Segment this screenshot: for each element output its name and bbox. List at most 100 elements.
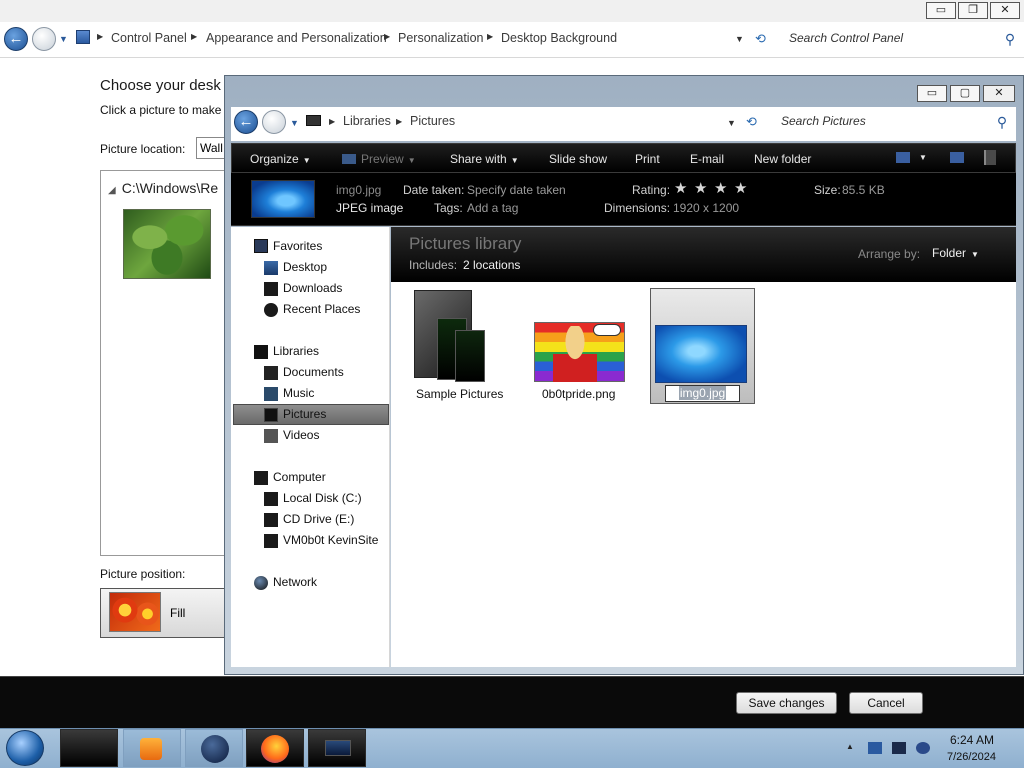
rating-star-icon[interactable]: ★ <box>694 181 707 197</box>
explorer-address-dropdown-icon[interactable]: ▼ <box>727 118 736 128</box>
nav-item-videos[interactable]: Videos <box>283 425 319 445</box>
chevron-down-icon: ▼ <box>510 156 519 165</box>
explorer-address-bar: ← ▼ ▶ Libraries ▶ Pictures ▼ ⟲ Search Pi… <box>231 107 1016 141</box>
nav-item-vm-share[interactable]: VM0b0t KevinSite <box>283 530 378 550</box>
share-with-menu[interactable]: Share with ▼ <box>450 152 519 166</box>
start-button[interactable] <box>6 730 44 766</box>
breadcrumb-separator-icon: ▶ <box>329 117 336 126</box>
taskbar-window-switch-button[interactable] <box>308 729 366 767</box>
refresh-icon[interactable]: ⟲ <box>755 31 766 47</box>
share-with-label: Share with <box>450 152 507 166</box>
breadcrumb-pictures[interactable]: Pictures <box>410 114 455 128</box>
tags-value[interactable]: Add a tag <box>467 201 518 215</box>
breadcrumb-personalization[interactable]: Personalization <box>398 31 483 45</box>
chevron-down-icon: ▼ <box>302 156 311 165</box>
taskbar-explorer-button[interactable] <box>60 729 118 767</box>
tray-volume-icon[interactable] <box>916 742 930 754</box>
show-hidden-icons[interactable]: ▲ <box>846 742 860 754</box>
search-pictures-input[interactable]: Search Pictures <box>781 114 866 128</box>
collapse-icon[interactable]: ◢ <box>108 185 116 196</box>
nav-item-documents[interactable]: Documents <box>283 362 344 382</box>
favorites-star-icon <box>254 239 268 253</box>
window-switch-icon <box>325 740 351 756</box>
breadcrumb-libraries[interactable]: Libraries <box>343 114 391 128</box>
nav-item-downloads[interactable]: Downloads <box>283 278 342 298</box>
clock-time[interactable]: 6:24 AM <box>950 733 994 747</box>
arrange-by-dropdown[interactable]: Folder ▼ <box>932 246 979 260</box>
page-title: Choose your desk <box>100 77 221 94</box>
address-dropdown-icon[interactable]: ▼ <box>735 34 744 44</box>
nav-item-libraries[interactable]: Libraries <box>273 341 319 361</box>
rating-star-icon[interactable]: ★ <box>714 181 727 197</box>
help-icon[interactable] <box>984 150 996 165</box>
taskbar-firefox-button[interactable] <box>246 729 304 767</box>
breadcrumb-appearance[interactable]: Appearance and Personalization <box>206 31 387 45</box>
nav-item-network[interactable]: Network <box>273 572 317 592</box>
back-button[interactable]: ← <box>4 27 28 51</box>
nav-item-desktop[interactable]: Desktop <box>283 257 327 277</box>
explorer-search-icon[interactable]: ⚲ <box>994 114 1010 130</box>
details-file-type: JPEG image <box>336 201 404 215</box>
rating-star-icon[interactable]: ★ <box>674 181 687 197</box>
nav-item-pictures[interactable]: Pictures <box>283 404 326 424</box>
explorer-minimize-button[interactable]: ▭ <box>917 85 947 102</box>
firefox-icon <box>261 735 289 763</box>
slide-show-button[interactable]: Slide show <box>549 152 607 166</box>
search-control-panel-input[interactable]: Search Control Panel <box>789 31 903 45</box>
tray-display-icon[interactable] <box>892 742 906 754</box>
tray-network-icon[interactable] <box>868 742 882 754</box>
cd-drive-icon <box>264 513 278 527</box>
rename-input[interactable]: img0.jpg <box>665 385 740 402</box>
breadcrumb-desktop-background[interactable]: Desktop Background <box>501 31 617 45</box>
nav-item-favorites[interactable]: Favorites <box>273 236 322 256</box>
network-icon <box>254 576 268 590</box>
date-taken-value[interactable]: Specify date taken <box>467 183 566 197</box>
picture-position-label: Picture position: <box>100 567 186 581</box>
explorer-maximize-button[interactable]: ▢ <box>950 85 980 102</box>
explorer-history-dropdown-icon[interactable]: ▼ <box>290 118 299 128</box>
nav-item-recent-places[interactable]: Recent Places <box>283 299 360 319</box>
gallery-group-header[interactable]: ◢ C:\Windows\Re <box>108 180 218 196</box>
rating-star-icon[interactable]: ★ <box>734 181 747 197</box>
preview-menu[interactable]: Preview ▼ <box>342 152 416 166</box>
explorer-refresh-icon[interactable]: ⟲ <box>746 114 757 130</box>
taskbar-globe-button[interactable] <box>185 729 243 767</box>
change-view-icon[interactable] <box>896 152 910 163</box>
organize-label: Organize <box>250 152 299 166</box>
clock-date[interactable]: 7/26/2024 <box>947 751 996 763</box>
view-dropdown-icon[interactable]: ▼ <box>919 153 927 162</box>
nav-item-local-disk[interactable]: Local Disk (C:) <box>283 488 362 508</box>
picture-location-label: Picture location: <box>100 142 186 156</box>
nav-item-computer[interactable]: Computer <box>273 467 326 487</box>
cancel-button[interactable]: Cancel <box>849 692 923 714</box>
nav-item-music[interactable]: Music <box>283 383 314 403</box>
arrange-by-value: Folder <box>932 246 967 260</box>
save-changes-button[interactable]: Save changes <box>736 692 837 714</box>
details-file-name: img0.jpg <box>336 183 382 197</box>
library-locations-link[interactable]: 2 locations <box>463 258 520 272</box>
explorer-forward-button[interactable] <box>262 110 286 134</box>
preview-pane-icon[interactable] <box>950 152 964 163</box>
search-icon[interactable]: ⚲ <box>1002 31 1018 47</box>
minimize-button[interactable]: ▭ <box>926 2 956 19</box>
organize-menu[interactable]: Organize ▼ <box>250 152 311 166</box>
taskbar-media-player-button[interactable] <box>123 729 181 767</box>
close-button[interactable]: ✕ <box>990 2 1020 19</box>
history-dropdown-icon[interactable]: ▼ <box>59 34 68 44</box>
explorer-close-button[interactable]: ✕ <box>983 85 1015 102</box>
breadcrumb-control-panel[interactable]: Control Panel <box>111 31 187 45</box>
picture-position-value: Fill <box>170 606 186 620</box>
forward-button[interactable] <box>32 27 56 51</box>
breadcrumb-separator-icon: ▶ <box>384 32 391 41</box>
file-item-0b0tpride[interactable]: 0b0tpride.png <box>542 387 615 401</box>
print-button[interactable]: Print <box>635 152 660 166</box>
breadcrumb-separator-icon: ▶ <box>487 32 494 41</box>
restore-button[interactable]: ❐ <box>958 2 988 19</box>
nav-item-cd-drive[interactable]: CD Drive (E:) <box>283 509 354 529</box>
file-item-sample-pictures[interactable]: Sample Pictures <box>416 387 503 401</box>
wallpaper-thumbnail[interactable] <box>123 209 211 279</box>
image-thumbnail[interactable] <box>655 325 747 383</box>
new-folder-button[interactable]: New folder <box>754 152 811 166</box>
explorer-back-button[interactable]: ← <box>234 110 258 134</box>
email-button[interactable]: E-mail <box>690 152 724 166</box>
